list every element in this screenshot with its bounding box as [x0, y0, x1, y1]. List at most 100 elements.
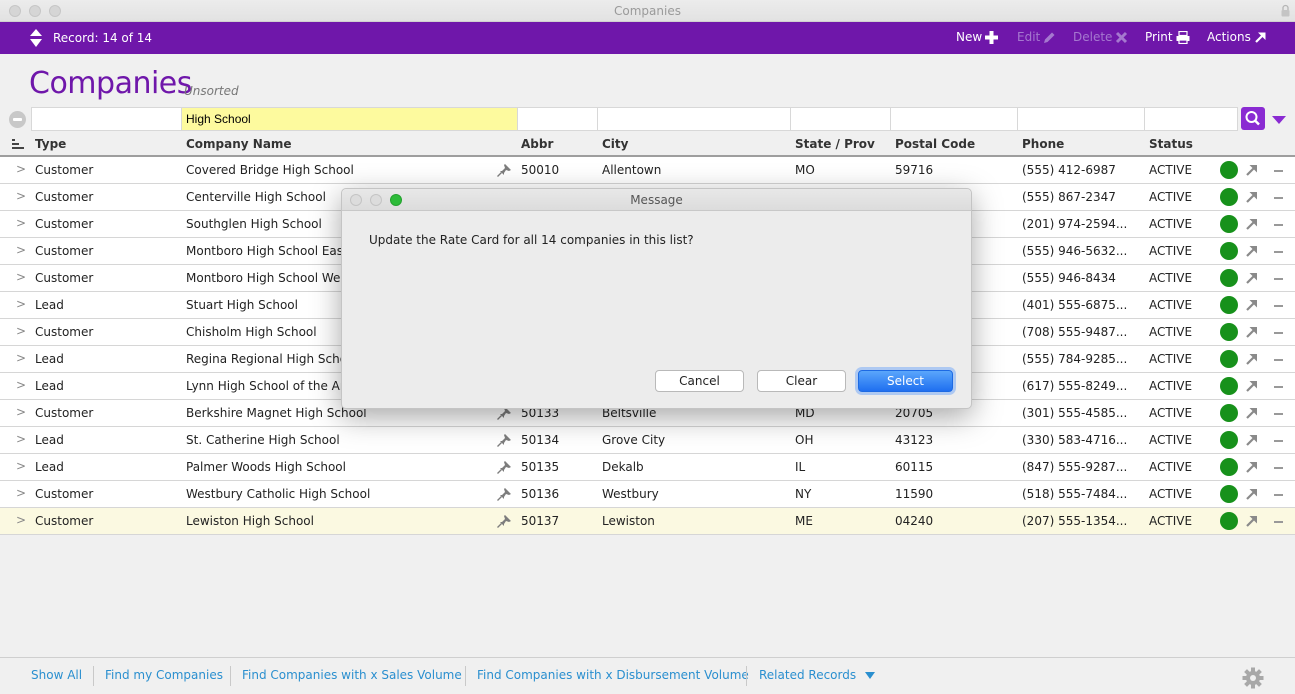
find-status-field[interactable] — [1144, 107, 1238, 131]
cell-phone: (201) 974-2594... — [1022, 217, 1128, 231]
clear-button[interactable]: Clear — [757, 370, 846, 392]
find-phone-field[interactable] — [1017, 107, 1145, 131]
row-expand-chevron-icon[interactable]: > — [16, 189, 26, 203]
row-expand-chevron-icon[interactable]: > — [16, 162, 26, 176]
go-to-record-icon[interactable] — [1245, 217, 1259, 231]
go-to-record-icon[interactable] — [1245, 460, 1259, 474]
find-abbr-field[interactable] — [517, 107, 598, 131]
related-records-link[interactable]: Related Records — [759, 668, 856, 682]
remove-row-icon[interactable] — [1274, 170, 1283, 172]
status-indicator — [1220, 323, 1238, 341]
table-row[interactable]: > Lead Palmer Woods High School 50135 Dekalb… — [0, 454, 1295, 481]
go-to-record-icon[interactable] — [1245, 163, 1259, 177]
go-to-record-icon[interactable] — [1245, 352, 1259, 366]
row-expand-chevron-icon[interactable]: > — [16, 270, 26, 284]
column-header-phone[interactable]: Phone — [1022, 137, 1064, 151]
column-header-status[interactable]: Status — [1149, 137, 1193, 151]
row-expand-chevron-icon[interactable]: > — [16, 216, 26, 230]
row-expand-chevron-icon[interactable]: > — [16, 324, 26, 338]
find-sales-volume-link[interactable]: Find Companies with x Sales Volume — [242, 668, 462, 682]
remove-row-icon[interactable] — [1274, 224, 1283, 226]
row-expand-chevron-icon[interactable]: > — [16, 351, 26, 365]
row-expand-chevron-icon[interactable]: > — [16, 486, 26, 500]
column-header-city[interactable]: City — [602, 137, 628, 151]
remove-row-icon[interactable] — [1274, 521, 1283, 523]
remove-row-icon[interactable] — [1274, 413, 1283, 415]
row-expand-chevron-icon[interactable]: > — [16, 243, 26, 257]
cell-status: ACTIVE — [1149, 352, 1193, 366]
go-to-record-icon[interactable] — [1245, 487, 1259, 501]
pin-icon[interactable] — [497, 515, 511, 528]
new-record-button[interactable]: New — [956, 30, 999, 44]
go-to-record-icon[interactable] — [1245, 190, 1259, 204]
remove-row-icon[interactable] — [1274, 440, 1283, 442]
row-expand-chevron-icon[interactable]: > — [16, 432, 26, 446]
cell-type: Lead — [35, 433, 64, 447]
pin-icon[interactable] — [497, 164, 511, 177]
print-button[interactable]: Print — [1145, 30, 1190, 44]
row-expand-chevron-icon[interactable]: > — [16, 297, 26, 311]
cell-status: ACTIVE — [1149, 163, 1193, 177]
row-expand-chevron-icon[interactable]: > — [16, 459, 26, 473]
find-city-field[interactable] — [597, 107, 791, 131]
find-options-dropdown-icon[interactable] — [1272, 116, 1286, 124]
sort-status: Unsorted — [184, 84, 239, 98]
gear-icon[interactable] — [1242, 667, 1264, 689]
row-expand-chevron-icon[interactable]: > — [16, 513, 26, 527]
go-to-record-icon[interactable] — [1245, 514, 1259, 528]
cell-type: Customer — [35, 163, 94, 177]
remove-row-icon[interactable] — [1274, 467, 1283, 469]
omit-toggle-button[interactable] — [9, 111, 26, 128]
remove-row-icon[interactable] — [1274, 305, 1283, 307]
record-navigation-arrows-icon[interactable] — [29, 28, 43, 48]
find-my-companies-link[interactable]: Find my Companies — [105, 668, 223, 682]
column-header-company-name[interactable]: Company Name — [186, 137, 292, 151]
go-to-record-icon[interactable] — [1245, 325, 1259, 339]
sort-icon[interactable] — [12, 139, 24, 149]
column-header-postal-code[interactable]: Postal Code — [895, 137, 975, 151]
pin-icon[interactable] — [497, 461, 511, 474]
remove-row-icon[interactable] — [1274, 251, 1283, 253]
go-to-record-icon[interactable] — [1245, 406, 1259, 420]
find-company-name-field[interactable] — [181, 107, 518, 131]
go-to-record-icon[interactable] — [1245, 244, 1259, 258]
table-row[interactable]: > Customer Lewiston High School 50137 Lewist… — [0, 508, 1295, 535]
search-button[interactable] — [1241, 107, 1265, 130]
row-expand-chevron-icon[interactable]: > — [16, 378, 26, 392]
cell-company-name: Montboro High School Wes — [186, 271, 347, 285]
go-to-record-icon[interactable] — [1245, 298, 1259, 312]
table-row[interactable]: > Customer Westbury Catholic High School 50… — [0, 481, 1295, 508]
table-row[interactable]: > Lead St. Catherine High School 50134 Grove… — [0, 427, 1295, 454]
lock-icon — [1281, 4, 1290, 17]
show-all-link[interactable]: Show All — [31, 668, 82, 682]
go-to-record-icon[interactable] — [1245, 433, 1259, 447]
remove-row-icon[interactable] — [1274, 494, 1283, 496]
cancel-button[interactable]: Cancel — [655, 370, 744, 392]
pin-icon[interactable] — [497, 488, 511, 501]
actions-button[interactable]: Actions — [1207, 30, 1267, 44]
go-to-record-icon[interactable] — [1245, 379, 1259, 393]
remove-row-icon[interactable] — [1274, 359, 1283, 361]
table-row[interactable]: > Customer Covered Bridge High School 50010… — [0, 157, 1295, 184]
remove-row-icon[interactable] — [1274, 278, 1283, 280]
row-expand-chevron-icon[interactable]: > — [16, 405, 26, 419]
column-header-state[interactable]: State / Prov — [795, 137, 875, 151]
find-disbursement-volume-link[interactable]: Find Companies with x Disbursement Volum… — [477, 668, 749, 682]
find-state-field[interactable] — [790, 107, 891, 131]
remove-row-icon[interactable] — [1274, 386, 1283, 388]
column-header-type[interactable]: Type — [35, 137, 66, 151]
edit-record-button[interactable]: Edit — [1017, 30, 1056, 44]
find-postal-field[interactable] — [890, 107, 1018, 131]
go-to-record-icon[interactable] — [1245, 271, 1259, 285]
cell-phone: (555) 412-6987 — [1022, 163, 1116, 177]
cell-phone: (301) 555-4585... — [1022, 406, 1128, 420]
find-type-field[interactable] — [31, 107, 182, 131]
delete-record-button[interactable]: Delete — [1073, 30, 1128, 44]
pin-icon[interactable] — [497, 434, 511, 447]
related-records-dropdown-icon[interactable] — [865, 672, 875, 679]
select-button[interactable]: Select — [858, 370, 953, 392]
printer-icon — [1176, 30, 1190, 44]
remove-row-icon[interactable] — [1274, 332, 1283, 334]
column-header-abbr[interactable]: Abbr — [521, 137, 553, 151]
remove-row-icon[interactable] — [1274, 197, 1283, 199]
